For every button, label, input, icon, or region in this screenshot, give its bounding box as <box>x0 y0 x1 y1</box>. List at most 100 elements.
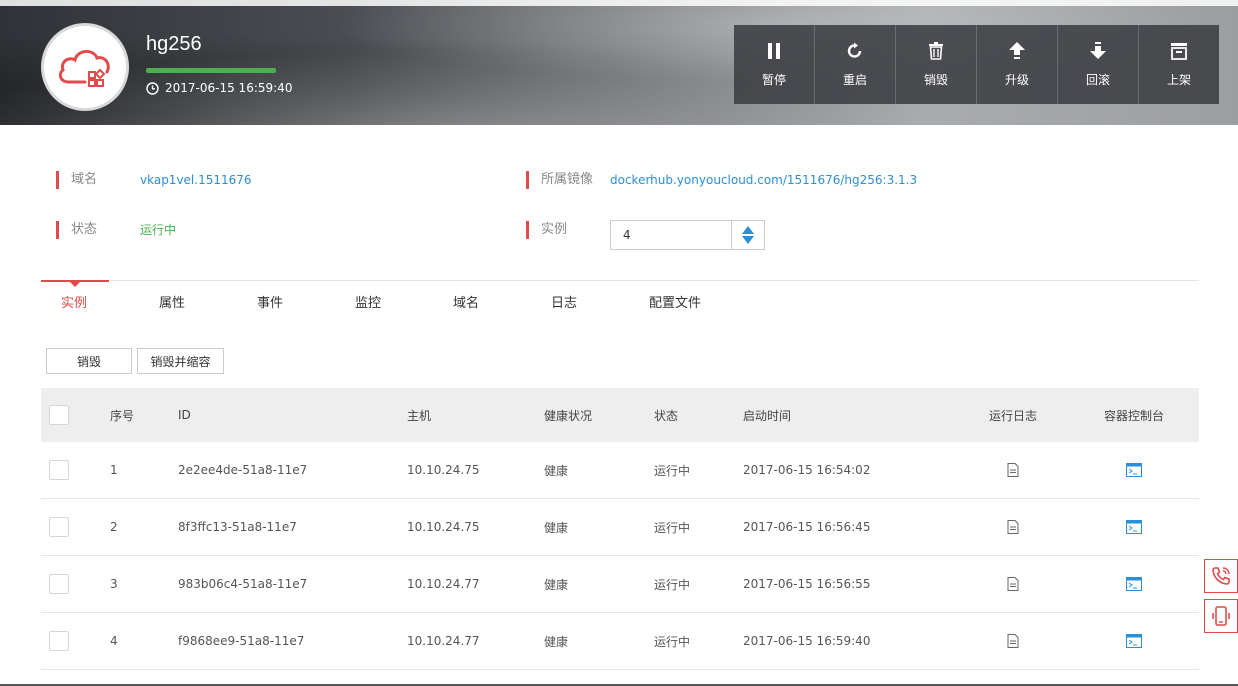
domain-label: 域名 <box>56 171 97 189</box>
upgrade-label: 升级 <box>1004 73 1029 87</box>
row-log-cell <box>988 499 1038 555</box>
tab-monitor[interactable]: 监控 <box>355 292 381 311</box>
terminal-icon[interactable] <box>1126 520 1142 534</box>
upgrade-icon <box>1009 41 1025 61</box>
header-health: 健康状况 <box>544 408 593 423</box>
top-strip <box>0 0 1238 6</box>
row-host: 10.10.24.75 <box>407 463 480 477</box>
image-value[interactable]: dockerhub.yonyoucloud.com/1511676/hg256:… <box>610 171 917 189</box>
mobile-contact-button[interactable] <box>1204 599 1238 633</box>
row-checkbox[interactable] <box>49 574 69 594</box>
tab-instances[interactable]: 实例 <box>61 292 87 311</box>
restart-button[interactable]: 重启 <box>815 25 896 104</box>
row-id: f9868ee9-51a8-11e7 <box>178 634 305 648</box>
instances-table: 序号 ID 主机 健康状况 状态 启动时间 运行日志 容器控制台 1 2e2ee… <box>41 388 1199 670</box>
table-row: 3 983b06c4-51a8-11e7 10.10.24.77 健康 运行中 … <box>41 556 1199 613</box>
row-seq: 1 <box>110 463 118 477</box>
destroy-button[interactable]: 销毁 <box>896 25 977 104</box>
action-toolbar: 暂停 重启 销毁 升级 回滚 上架 <box>734 25 1219 104</box>
row-log-cell <box>988 442 1038 498</box>
shelf-label: 上架 <box>1166 73 1191 87</box>
instance-count[interactable]: 4 <box>611 221 731 249</box>
status-bar <box>146 68 276 73</box>
instance-label: 实例 <box>526 221 567 239</box>
row-checkbox[interactable] <box>49 631 69 651</box>
row-host: 10.10.24.77 <box>407 634 480 648</box>
document-icon[interactable] <box>1007 634 1019 648</box>
app-name: hg256 <box>146 33 202 55</box>
row-start-time: 2017-06-15 16:56:55 <box>743 577 871 591</box>
header-host: 主机 <box>407 408 432 423</box>
terminal-icon[interactable] <box>1126 577 1142 591</box>
tab-logs[interactable]: 日志 <box>551 292 577 311</box>
table-row: 2 8f3ffc13-51a8-11e7 10.10.24.75 健康 运行中 … <box>41 499 1199 556</box>
phone-contact-button[interactable] <box>1204 559 1238 593</box>
row-start-time: 2017-06-15 16:54:02 <box>743 463 871 477</box>
destroy-label: 销毁 <box>923 73 948 87</box>
shelf-icon <box>1170 41 1188 61</box>
stepper-arrows[interactable] <box>731 221 764 249</box>
row-health: 健康 <box>544 634 569 649</box>
row-status: 运行中 <box>654 634 691 649</box>
table-row: 4 f9868ee9-51a8-11e7 10.10.24.77 健康 运行中 … <box>41 613 1199 670</box>
instance-stepper[interactable]: 4 <box>610 220 765 250</box>
tab-config-files[interactable]: 配置文件 <box>649 292 701 311</box>
timestamp-text: 2017-06-15 16:59:40 <box>165 81 293 95</box>
destroy-scale-button[interactable]: 销毁并缩容 <box>137 348 224 374</box>
header-console: 容器控制台 <box>1103 408 1164 423</box>
active-tab-caret <box>70 282 80 287</box>
header-start-time: 启动时间 <box>743 408 792 423</box>
rollback-icon <box>1090 41 1106 61</box>
document-icon[interactable] <box>1007 520 1019 534</box>
terminal-icon[interactable] <box>1126 463 1142 477</box>
restart-label: 重启 <box>842 73 867 87</box>
tab-events[interactable]: 事件 <box>257 292 283 311</box>
cloud-app-icon <box>58 50 110 87</box>
arrow-up-icon[interactable] <box>742 226 754 234</box>
deploy-timestamp: 2017-06-15 16:59:40 <box>146 81 292 95</box>
row-log-cell <box>988 556 1038 612</box>
row-checkbox[interactable] <box>49 517 69 537</box>
row-console-cell <box>1099 613 1169 669</box>
row-id: 8f3ffc13-51a8-11e7 <box>178 520 297 534</box>
phone-icon <box>1212 567 1230 585</box>
row-seq: 2 <box>110 520 118 534</box>
trash-icon <box>928 41 944 61</box>
header-log: 运行日志 <box>988 408 1037 423</box>
row-id: 983b06c4-51a8-11e7 <box>178 577 308 591</box>
restart-icon <box>846 41 864 61</box>
row-start-time: 2017-06-15 16:59:40 <box>743 634 871 648</box>
row-health: 健康 <box>544 577 569 592</box>
terminal-icon[interactable] <box>1126 634 1142 648</box>
row-health: 健康 <box>544 463 569 478</box>
select-all-checkbox[interactable] <box>49 405 69 425</box>
tab-domain[interactable]: 域名 <box>453 292 479 311</box>
document-icon[interactable] <box>1007 577 1019 591</box>
tab-properties[interactable]: 属性 <box>159 292 185 311</box>
status-label: 状态 <box>56 221 97 239</box>
pause-icon <box>766 41 782 61</box>
arrow-down-icon[interactable] <box>742 236 754 244</box>
row-checkbox[interactable] <box>49 460 69 480</box>
row-start-time: 2017-06-15 16:56:45 <box>743 520 871 534</box>
document-icon[interactable] <box>1007 463 1019 477</box>
destroy-instances-button[interactable]: 销毁 <box>46 348 132 374</box>
row-host: 10.10.24.77 <box>407 577 480 591</box>
header-id: ID <box>178 408 191 422</box>
row-health: 健康 <box>544 520 569 535</box>
row-checkbox-cell <box>49 499 69 555</box>
rollback-button[interactable]: 回滚 <box>1058 25 1139 104</box>
domain-value[interactable]: vkap1vel.1511676 <box>140 171 252 189</box>
shelf-button[interactable]: 上架 <box>1139 25 1219 104</box>
row-seq: 4 <box>110 634 118 648</box>
row-status: 运行中 <box>654 463 691 478</box>
clock-icon <box>146 81 159 95</box>
upgrade-button[interactable]: 升级 <box>977 25 1058 104</box>
table-header: 序号 ID 主机 健康状况 状态 启动时间 运行日志 容器控制台 <box>41 388 1199 442</box>
row-console-cell <box>1099 442 1169 498</box>
pause-button[interactable]: 暂停 <box>734 25 815 104</box>
row-seq: 3 <box>110 577 118 591</box>
app-header-banner: hg256 2017-06-15 16:59:40 暂停 重启 销毁 升级 回滚… <box>0 0 1238 125</box>
image-label: 所属镜像 <box>526 171 593 189</box>
rollback-label: 回滚 <box>1085 73 1110 87</box>
